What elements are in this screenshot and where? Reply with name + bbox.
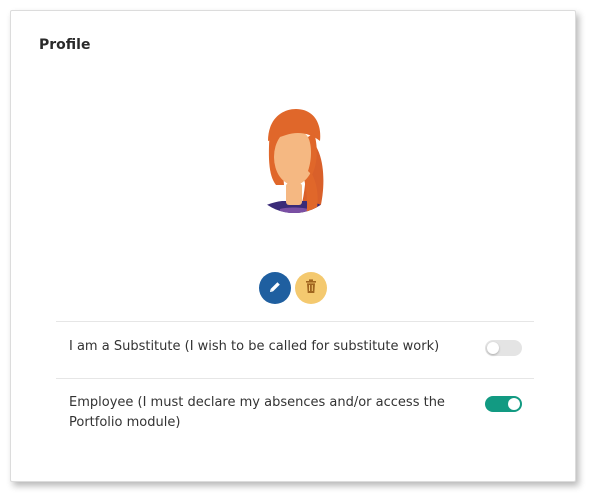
profile-avatar	[246, 105, 342, 231]
employee-setting-label: Employee (I must declare my absences and…	[69, 393, 445, 433]
substitute-toggle[interactable]	[485, 340, 522, 356]
profile-title: Profile	[39, 37, 91, 53]
divider	[56, 321, 534, 322]
employee-toggle[interactable]	[485, 396, 522, 412]
substitute-setting-label: I am a Substitute (I wish to be called f…	[69, 339, 440, 354]
avatar-actions	[259, 272, 327, 304]
trash-icon	[304, 278, 318, 298]
employee-label-line2: Portfolio module)	[69, 415, 181, 430]
profile-card: Profile I am a Substitute (I wish to be …	[10, 10, 576, 482]
edit-avatar-button[interactable]	[259, 272, 291, 304]
divider	[56, 378, 534, 379]
employee-label-line1: Employee (I must declare my absences and…	[69, 395, 445, 410]
toggle-knob	[508, 398, 520, 410]
pencil-icon	[268, 279, 282, 298]
delete-avatar-button[interactable]	[295, 272, 327, 304]
toggle-knob	[487, 342, 499, 354]
